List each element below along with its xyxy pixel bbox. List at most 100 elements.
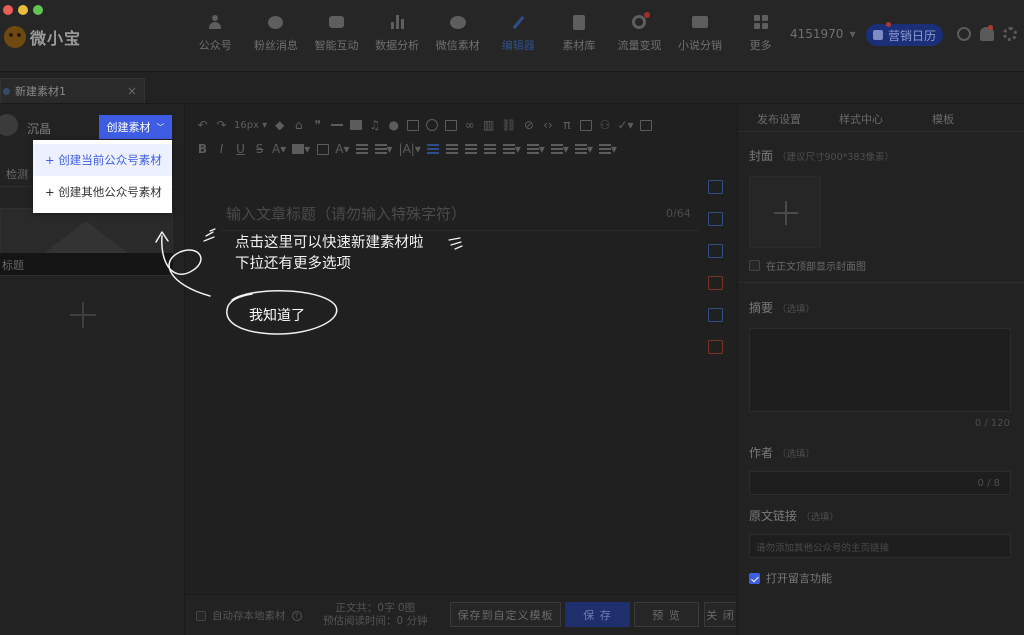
add-article-button[interactable] bbox=[70, 302, 96, 328]
nav-item-monetization[interactable]: 流量变现 bbox=[609, 12, 670, 53]
account-selector[interactable]: 4151970 ▼ bbox=[790, 27, 856, 41]
nav-item-data-analysis[interactable]: 数据分析 bbox=[367, 14, 428, 53]
article-title-input[interactable]: 输入文章标题（请勿输入特殊字符） bbox=[226, 203, 466, 224]
gear-icon[interactable] bbox=[1003, 27, 1017, 41]
bar-chart-icon bbox=[390, 15, 404, 29]
nav-item-wechat-materials[interactable]: 微信素材 bbox=[427, 14, 488, 53]
help-icon[interactable]: ? bbox=[291, 610, 302, 621]
summary-label: 摘要 （选填） bbox=[749, 301, 816, 315]
create-other-account-material-item[interactable]: + 创建其他公众号素材 bbox=[33, 176, 172, 208]
image-gallery-icon[interactable] bbox=[708, 244, 723, 258]
word-import-icon[interactable] bbox=[708, 308, 723, 322]
enable-comments-checkbox[interactable] bbox=[749, 572, 760, 584]
nav-item-more[interactable]: 更多 bbox=[730, 14, 791, 53]
tab-style-center[interactable]: 样式中心 bbox=[820, 104, 902, 131]
create-material-button[interactable]: 创建素材 ﹀ bbox=[99, 115, 172, 139]
nav-item-novel-distribution[interactable]: 小说分销 bbox=[670, 14, 731, 53]
text-box-icon[interactable] bbox=[640, 118, 653, 132]
align-left-icon[interactable] bbox=[427, 142, 440, 156]
strikethrough-icon[interactable]: S bbox=[253, 142, 266, 156]
quote-icon[interactable]: ❞ bbox=[311, 118, 324, 132]
font-family-icon[interactable]: A▾ bbox=[335, 142, 349, 156]
check-icon[interactable]: ✓▾ bbox=[617, 118, 633, 132]
article-icon[interactable] bbox=[708, 180, 723, 194]
line-height-icon[interactable]: |A|▾ bbox=[399, 142, 421, 156]
hyperlink-icon[interactable]: ⛓ bbox=[501, 118, 516, 132]
cover-upload-button[interactable] bbox=[749, 176, 821, 248]
notification-dot bbox=[644, 12, 651, 18]
right-panel: 发布设置 样式中心 模板 封面 （建议尺寸900*383像素） 在正文顶部显示封面… bbox=[737, 104, 1024, 635]
author-input[interactable] bbox=[749, 471, 1011, 495]
align-justify-icon[interactable] bbox=[484, 142, 497, 156]
table-icon[interactable] bbox=[579, 118, 592, 132]
link-icon[interactable]: ∞ bbox=[463, 118, 476, 132]
close-icon[interactable]: × bbox=[127, 84, 137, 98]
nav-item-accounts[interactable]: 公众号 bbox=[185, 14, 246, 53]
source-link-input[interactable]: 请勿添加其他公众号的主页链接 bbox=[749, 534, 1011, 558]
close-button[interactable]: 关 闭 bbox=[704, 602, 736, 627]
main-nav: 公众号 粉丝消息 智能互动 数据分析 微信素材 编辑器 素材库 流量变现 小说分… bbox=[185, 12, 791, 53]
maximize-window-button[interactable] bbox=[33, 5, 43, 15]
show-cover-checkbox[interactable] bbox=[749, 260, 760, 271]
font-size-select[interactable]: 16px ▾ bbox=[234, 118, 267, 132]
nav-item-smart-interaction[interactable]: 智能互动 bbox=[306, 14, 367, 53]
enable-comments-row[interactable]: 打开留言功能 bbox=[749, 570, 832, 586]
align-center-icon[interactable] bbox=[446, 142, 459, 156]
undo-icon[interactable]: ↶ bbox=[196, 118, 209, 132]
autosave-checkbox[interactable] bbox=[196, 610, 206, 621]
image-icon[interactable] bbox=[406, 118, 419, 132]
numbered-list-icon[interactable]: ▾ bbox=[598, 142, 617, 156]
editor-area: ↶ ↷ 16px ▾ ◆ ⌂ ❞ ♫ ● ∞ ▥ ⛓ ⊘ ‹› π ⚇ ✓▾ B… bbox=[186, 104, 736, 635]
bold-icon[interactable]: B bbox=[196, 142, 209, 156]
paragraph-spacing-before-icon[interactable]: ▾ bbox=[502, 142, 521, 156]
summary-textarea[interactable] bbox=[749, 328, 1011, 412]
tab-templates[interactable]: 模板 bbox=[902, 104, 984, 131]
video-icon[interactable] bbox=[349, 118, 362, 132]
horizontal-rule-icon[interactable] bbox=[330, 118, 343, 132]
account-name: 沉晶 bbox=[27, 122, 52, 136]
tab-publish-settings[interactable]: 发布设置 bbox=[738, 104, 820, 131]
preview-button[interactable]: 预 览 bbox=[634, 602, 699, 627]
nav-item-editor[interactable]: 编辑器 bbox=[488, 14, 549, 53]
layout-icon[interactable] bbox=[708, 276, 723, 290]
underline-icon[interactable]: U bbox=[234, 142, 247, 156]
font-color-icon[interactable]: A▾ bbox=[272, 142, 286, 156]
redo-icon[interactable]: ↷ bbox=[215, 118, 228, 132]
microphone-icon[interactable]: ● bbox=[387, 118, 400, 132]
paragraph-indent-icon[interactable]: ▾ bbox=[550, 142, 569, 156]
unlink-icon[interactable]: ⊘ bbox=[522, 118, 535, 132]
marketing-calendar-button[interactable]: 营销日历 bbox=[866, 24, 943, 46]
globe-icon[interactable] bbox=[957, 27, 971, 41]
video-icon[interactable] bbox=[708, 212, 723, 226]
nav-item-fan-messages[interactable]: 粉丝消息 bbox=[246, 14, 307, 53]
autosave-row[interactable]: 自动存本地素材 ? bbox=[196, 608, 302, 623]
formula-icon[interactable]: π bbox=[560, 118, 573, 132]
nav-item-material-library[interactable]: 素材库 bbox=[549, 14, 610, 53]
save-to-template-button[interactable]: 保存到自定义模板 bbox=[450, 602, 561, 627]
format-brush-icon[interactable]: ◆ bbox=[273, 118, 286, 132]
document-tab[interactable]: 新建素材1 × bbox=[0, 78, 145, 103]
save-button[interactable]: 保 存 bbox=[565, 602, 630, 627]
text-border-icon[interactable] bbox=[316, 142, 329, 156]
pdf-import-icon[interactable] bbox=[708, 340, 723, 354]
chart-icon[interactable]: ▥ bbox=[482, 118, 495, 132]
clear-format-icon[interactable]: ⌂ bbox=[292, 118, 305, 132]
nav-item-label: 智能互动 bbox=[314, 39, 359, 52]
background-color-icon[interactable]: ▾ bbox=[292, 142, 310, 156]
got-it-button[interactable]: 我知道了 bbox=[249, 305, 305, 325]
align-right-icon[interactable] bbox=[465, 142, 478, 156]
emoji-icon[interactable] bbox=[425, 118, 438, 132]
qrcode-icon[interactable] bbox=[444, 118, 457, 132]
close-window-button[interactable] bbox=[3, 5, 13, 15]
paragraph-spacing-after-icon[interactable]: ▾ bbox=[526, 142, 545, 156]
code-icon[interactable]: ‹› bbox=[541, 118, 554, 132]
show-cover-checkbox-row[interactable]: 在正文顶部显示封面图 bbox=[749, 258, 866, 273]
indent-icon[interactable] bbox=[356, 142, 369, 156]
binoculars-icon[interactable]: ⚇ bbox=[598, 118, 611, 132]
letter-spacing-icon[interactable]: ▾ bbox=[374, 142, 393, 156]
create-current-account-material-item[interactable]: + 创建当前公众号素材 bbox=[33, 144, 172, 176]
italic-icon[interactable]: I bbox=[215, 142, 228, 156]
bullet-list-icon[interactable]: ▾ bbox=[574, 142, 593, 156]
music-icon[interactable]: ♫ bbox=[368, 118, 381, 132]
minimize-window-button[interactable] bbox=[18, 5, 28, 15]
